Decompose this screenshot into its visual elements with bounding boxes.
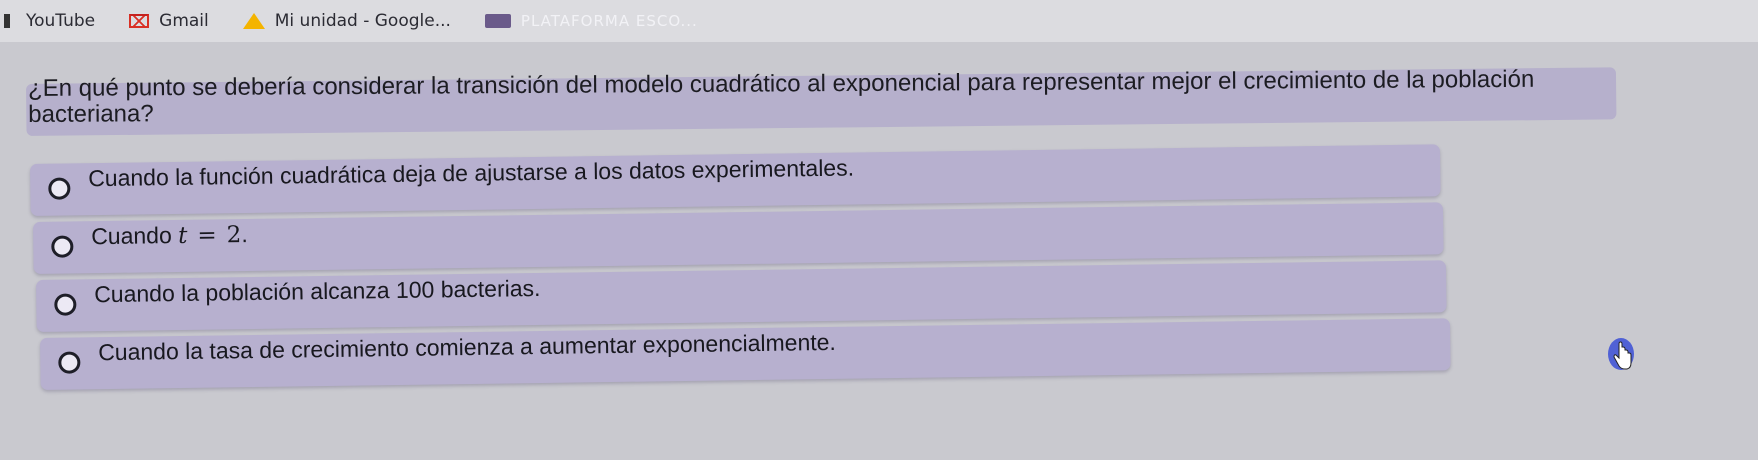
bookmark-youtube[interactable]: YouTube [4, 11, 95, 31]
bookmark-gmail[interactable]: Gmail [129, 11, 209, 31]
option-label: Cuando la tasa de crecimiento comienza a… [98, 328, 837, 366]
math-equals: = [197, 222, 217, 249]
bookmark-label: Mi unidad - Google... [274, 11, 451, 31]
radio-button[interactable] [51, 235, 74, 258]
radio-button[interactable] [54, 293, 77, 316]
radio-button[interactable] [58, 351, 81, 374]
bookmark-drive[interactable]: Mi unidad - Google... [242, 11, 451, 31]
option-label-prefix: Cuando [91, 222, 172, 250]
math-value: 2 [226, 222, 242, 249]
hand-cursor-icon [1608, 338, 1634, 370]
drive-icon [242, 13, 265, 29]
option-label: Cuando t = 2. [91, 221, 248, 250]
option-label: Cuando la función cuadrática deja de aju… [88, 154, 855, 192]
option-4[interactable]: Cuando la tasa de crecimiento comienza a… [40, 318, 1451, 390]
question-text: ¿En qué punto se debería considerar la t… [27, 65, 1535, 128]
bookmark-label: Gmail [159, 11, 209, 31]
bookmark-plataforma[interactable]: PLATAFORMA ESCO... [484, 12, 698, 30]
dot-icon [4, 14, 10, 28]
bookmarks-bar: YouTube Gmail Mi unidad - Google... PLAT… [0, 0, 1758, 42]
radio-button[interactable] [48, 177, 71, 200]
gmail-icon [129, 14, 150, 28]
bookmark-label: PLATAFORMA ESCO... [520, 12, 698, 30]
option-label: Cuando la población alcanza 100 bacteria… [94, 274, 541, 308]
plataforma-icon [484, 14, 511, 28]
math-suffix: . [241, 221, 248, 248]
bookmark-label: YouTube [26, 11, 96, 31]
math-variable: t [177, 222, 188, 249]
